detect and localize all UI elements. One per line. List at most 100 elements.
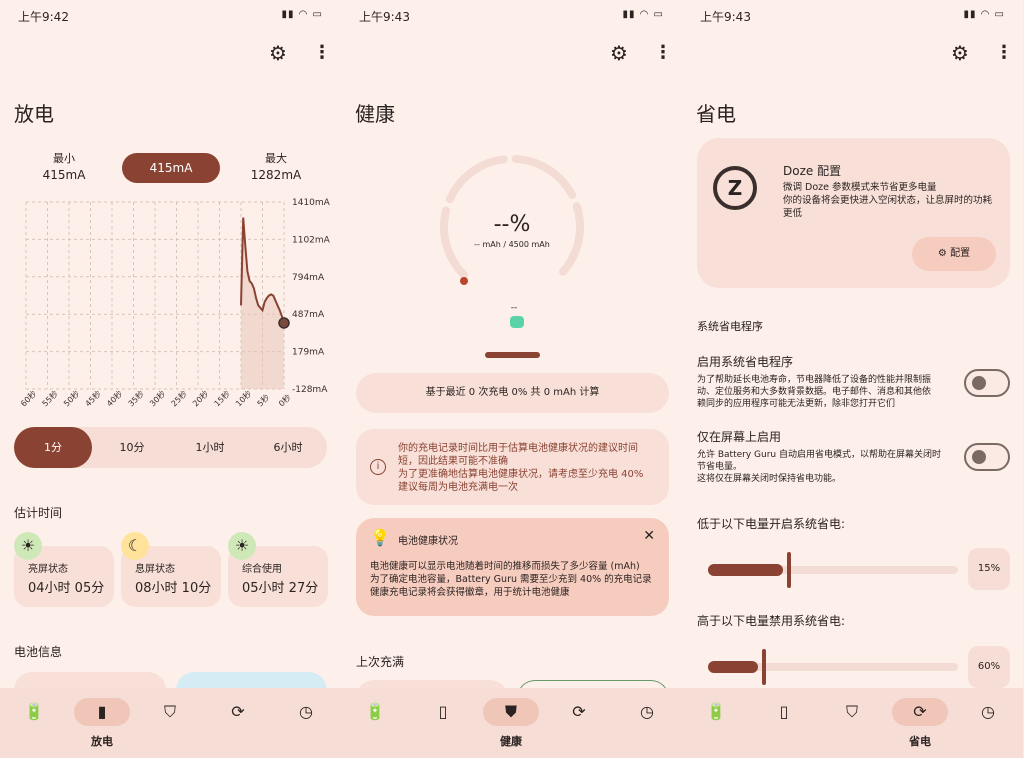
current-point bbox=[278, 317, 290, 329]
bottom-nav: 🔋 ▮ 放电 ⛉ ⟳ ◷ bbox=[0, 688, 341, 758]
health-status-title: 电池健康状况 bbox=[398, 536, 458, 547]
range-1min[interactable]: 1分 bbox=[14, 427, 92, 468]
min-max-row: 最小 415mA 415mA 最大 1282mA bbox=[14, 150, 327, 186]
below-percent: 15% bbox=[968, 548, 1010, 590]
status-bar: 上午9:43 ▮▮ ◠ ▭ bbox=[341, 8, 682, 26]
battery-charge-icon[interactable]: 🔋 bbox=[6, 698, 62, 726]
x-tick-label: 55秒 bbox=[40, 388, 60, 408]
status-icons: ▮▮ ◠ ▭ bbox=[963, 9, 1005, 20]
status-bar: 上午9:42 ▮▮ ◠ ▭ bbox=[0, 8, 341, 26]
health-percent: --% bbox=[493, 212, 531, 237]
y-tick-label: 487mA bbox=[292, 310, 325, 320]
page-title: 省电 bbox=[696, 102, 736, 126]
power-saver-icon[interactable]: ⟳ bbox=[210, 698, 266, 726]
status-time: 上午9:42 bbox=[18, 10, 69, 24]
status-bar: 上午9:43 ▮▮ ◠ ▭ bbox=[682, 8, 1023, 26]
time-range-selector: 1分 10分 1小时 6小时 bbox=[14, 427, 327, 468]
above-percent: 60% bbox=[968, 646, 1010, 688]
health-status-card: 💡 电池健康状况 ✕ 电池健康可以显示电池随着时间的推移而损失了多少容量 (mA… bbox=[356, 518, 669, 616]
status-icons: ▮▮ ◠ ▭ bbox=[281, 9, 323, 20]
x-tick-label: 45秒 bbox=[83, 388, 103, 408]
below-title: 低于以下电量开启系统省电: bbox=[697, 517, 846, 531]
x-tick-label: 30秒 bbox=[147, 388, 167, 408]
bottom-nav: 🔋 ▯ ⛉ ⟳ 省电 ◷ bbox=[682, 688, 1023, 758]
doze-text: 微调 Doze 参数模式来节省更多电量 你的设备将会更快进入空闲状态，让息屏时的… bbox=[783, 182, 993, 219]
alarm-icon: Z bbox=[713, 166, 757, 210]
discharge-nav-icon[interactable]: ▮ bbox=[74, 698, 130, 726]
doze-title: Doze 配置 bbox=[783, 164, 842, 178]
shield-icon[interactable]: ⛉ bbox=[824, 698, 880, 726]
battery-info-title: 电池信息 bbox=[14, 645, 63, 659]
x-tick-label: 50秒 bbox=[61, 388, 81, 408]
x-tick-label: 10秒 bbox=[233, 388, 253, 408]
last-full-title: 上次充满 bbox=[356, 655, 405, 669]
status-time: 上午9:43 bbox=[359, 10, 410, 24]
battery-charge-icon[interactable]: 🔋 bbox=[347, 698, 403, 726]
below-slider-thumb[interactable] bbox=[787, 552, 791, 588]
discharge-panel: 上午9:42 ▮▮ ◠ ▭ ⚙ ⋮ 放电 最小 415mA 415mA 最大 128… bbox=[0, 0, 341, 758]
page-title: 放电 bbox=[14, 102, 54, 126]
health-status-text: 电池健康可以显示电池随着时间的推移而损失了多少容量 (mAh) 为了确定电池容量… bbox=[370, 561, 652, 598]
history-icon[interactable]: ◷ bbox=[278, 698, 334, 726]
more-icon[interactable]: ⋮ bbox=[313, 42, 331, 64]
sun-icon: ☀ bbox=[14, 532, 42, 560]
below-slider[interactable] bbox=[708, 552, 958, 588]
health-dash: -- bbox=[510, 303, 518, 313]
power-saver-icon[interactable]: ⟳ bbox=[892, 698, 948, 726]
health-panel: 上午9:43 ▮▮ ◠ ▭ ⚙ ⋮ 健康 --% -- mAh / 4500 m… bbox=[341, 0, 682, 758]
above-slider-fill bbox=[708, 661, 758, 673]
x-tick-label: 20秒 bbox=[190, 388, 210, 408]
saver-panel: 上午9:43 ▮▮ ◠ ▭ ⚙ ⋮ 省电 Z Doze 配置 微调 Doze 参… bbox=[682, 0, 1023, 758]
close-icon[interactable]: ✕ bbox=[643, 528, 655, 544]
above-slider[interactable] bbox=[708, 649, 958, 685]
health-capacity: -- mAh / 4500 mAh bbox=[474, 240, 550, 249]
health-bar bbox=[485, 352, 540, 358]
battery-charge-icon[interactable]: 🔋 bbox=[688, 698, 744, 726]
status-icons: ▮▮ ◠ ▭ bbox=[622, 9, 664, 20]
moon-icon: ☾ bbox=[121, 532, 149, 560]
health-warning-card: i 你的充电记录时间比用于估算电池健康状况的建议时间短，因此结果可能不准确 为了… bbox=[356, 429, 669, 505]
doze-config-button[interactable]: ⚙ 配置 bbox=[912, 237, 996, 271]
discharge-chart: 1410mA1102mA794mA487mA179mA-128mA60秒 55秒 5… bbox=[18, 198, 331, 408]
range-1hour[interactable]: 1小时 bbox=[172, 427, 248, 468]
sun-moon-icon: ☀ bbox=[228, 532, 256, 560]
screen-only-toggle[interactable] bbox=[964, 443, 1010, 471]
nav-label-discharge: 放电 bbox=[91, 735, 113, 748]
y-tick-label: 1410mA bbox=[292, 198, 331, 208]
gear-icon[interactable]: ⚙ bbox=[267, 42, 289, 64]
y-tick-label: 1102mA bbox=[292, 235, 331, 245]
above-slider-thumb[interactable] bbox=[762, 649, 766, 685]
history-icon[interactable]: ◷ bbox=[960, 698, 1016, 726]
discharge-nav-icon[interactable]: ▯ bbox=[415, 698, 471, 726]
shield-icon[interactable]: ⛊ bbox=[483, 698, 539, 726]
history-icon[interactable]: ◷ bbox=[619, 698, 675, 726]
more-icon[interactable]: ⋮ bbox=[654, 42, 672, 64]
above-title: 高于以下电量禁用系统省电: bbox=[697, 614, 846, 628]
bottom-nav: 🔋 ▯ ⛊ 健康 ⟳ ◷ bbox=[341, 688, 682, 758]
info-icon: i bbox=[370, 459, 386, 475]
estimate-title: 估计时间 bbox=[14, 506, 63, 520]
gear-icon[interactable]: ⚙ bbox=[608, 42, 630, 64]
range-10min[interactable]: 10分 bbox=[94, 427, 170, 468]
gear-icon[interactable]: ⚙ bbox=[949, 42, 971, 64]
sys-section-title: 系统省电程序 bbox=[697, 320, 763, 333]
doze-card: Z Doze 配置 微调 Doze 参数模式来节省更多电量 你的设备将会更快进入… bbox=[697, 138, 1010, 288]
page-title: 健康 bbox=[355, 102, 395, 126]
below-slider-fill bbox=[708, 564, 783, 576]
min-stat: 最小 415mA bbox=[42, 152, 86, 182]
x-tick-label: 15秒 bbox=[212, 388, 232, 408]
health-warning-text: 你的充电记录时间比用于估算电池健康状况的建议时间短，因此结果可能不准确 为了更准… bbox=[398, 443, 644, 493]
power-saver-icon[interactable]: ⟳ bbox=[551, 698, 607, 726]
x-tick-label: 5秒 bbox=[255, 392, 271, 408]
status-time: 上午9:43 bbox=[700, 10, 751, 24]
shield-icon[interactable]: ⛉ bbox=[142, 698, 198, 726]
more-icon[interactable]: ⋮ bbox=[995, 42, 1013, 64]
x-tick-label: 35秒 bbox=[126, 388, 146, 408]
robot-icon bbox=[510, 316, 524, 328]
screen-only-text: 允许 Battery Guru 自动启用省电模式，以帮助在屏幕关闭时节省电量。 … bbox=[697, 450, 941, 484]
discharge-nav-icon[interactable]: ▯ bbox=[756, 698, 812, 726]
enable-toggle[interactable] bbox=[964, 369, 1010, 397]
current-stat[interactable]: 415mA bbox=[122, 153, 220, 183]
range-6hour[interactable]: 6小时 bbox=[250, 427, 326, 468]
gear-icon: ⚙ bbox=[937, 248, 951, 259]
